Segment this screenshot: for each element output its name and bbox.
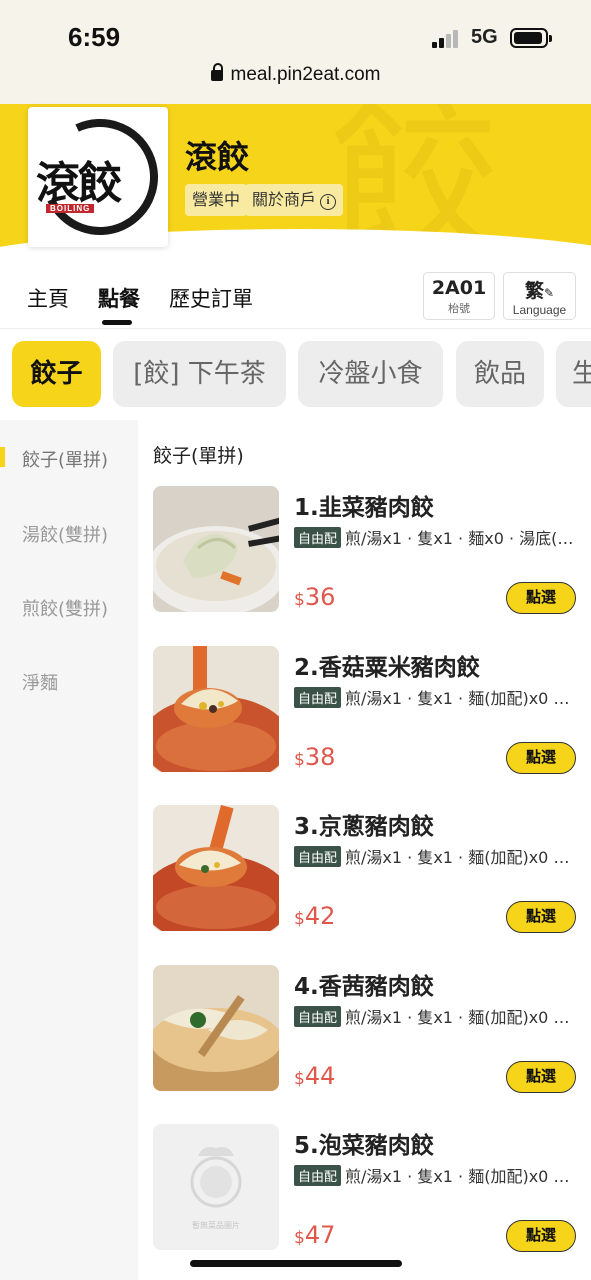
sidebar-item-single-dumplings[interactable]: 餃子(單拼) xyxy=(22,446,108,472)
free-combo-tag: 自由配 xyxy=(294,687,342,708)
sidebar-item-soup-dumplings[interactable]: 湯餃(雙拼) xyxy=(22,521,108,547)
status-bar: 6:59 5G xyxy=(0,0,591,60)
item-description: 自由配 煎/湯x1 · 隻x1 · 麵(加配)x0 · 湯底 xyxy=(294,844,574,868)
about-merchant-label: 關於商戶 xyxy=(252,190,317,209)
category-chip-dumplings[interactable]: 餃子 xyxy=(12,341,101,407)
select-button[interactable]: 點選 xyxy=(506,901,576,933)
select-button[interactable]: 點選 xyxy=(506,582,576,614)
shop-name: 滾餃 xyxy=(185,138,250,176)
subcategory-sidebar: 餃子(單拼) 湯餃(雙拼) 煎餃(雙拼) 淨麵 xyxy=(0,420,138,1280)
home-indicator[interactable] xyxy=(190,1260,402,1267)
info-icon: i xyxy=(320,194,337,210)
menu-item: 4.香茜豬肉餃 自由配 煎/湯x1 · 隻x1 · 麵(加配)x0 · 湯底 $4… xyxy=(153,965,578,1095)
free-combo-tag: 自由配 xyxy=(294,1006,342,1027)
sidebar-active-marker xyxy=(0,447,5,467)
table-number: 2A01 xyxy=(431,277,487,299)
item-price: $38 xyxy=(294,743,336,771)
dish-photo[interactable] xyxy=(153,965,279,1091)
shop-logo: 滾餃 BOILING xyxy=(28,107,168,247)
dish-photo[interactable] xyxy=(153,646,279,772)
select-button[interactable]: 點選 xyxy=(506,1061,576,1093)
menu-item: 3.京蔥豬肉餃 自由配 煎/湯x1 · 隻x1 · 麵(加配)x0 · 湯底 $4… xyxy=(153,805,578,935)
category-bar: 餃子 [餃] 下午茶 冷盤小食 飲品 生 xyxy=(0,329,591,420)
battery-icon xyxy=(510,28,552,48)
language-label: Language xyxy=(512,303,567,317)
category-chip-afternoon-tea[interactable]: [餃] 下午茶 xyxy=(113,341,286,407)
item-price: $36 xyxy=(294,583,336,611)
tab-order[interactable]: 點餐 xyxy=(98,283,140,313)
item-options: 煎/湯x1 · 隻x1 · 麵x0 · 湯底(選擇) xyxy=(345,529,574,548)
menu-item: 1.韭菜豬肉餃 自由配 煎/湯x1 · 隻x1 · 麵x0 · 湯底(選擇) $3… xyxy=(153,486,578,616)
select-button[interactable]: 點選 xyxy=(506,742,576,774)
network-type: 5G xyxy=(471,26,498,48)
menu-item: 2.香菇粟米豬肉餃 自由配 煎/湯x1 · 隻x1 · 麵(加配)x0 · 湯底 … xyxy=(153,646,578,776)
item-name: 5.泡菜豬肉餃 xyxy=(294,1133,434,1159)
item-description: 自由配 煎/湯x1 · 隻x1 · 麵(加配)x0 · 湯底 xyxy=(294,685,574,709)
category-chip-drinks[interactable]: 飲品 xyxy=(456,341,544,407)
lock-icon xyxy=(210,63,223,81)
item-price: $42 xyxy=(294,902,336,930)
item-options: 煎/湯x1 · 隻x1 · 麵(加配)x0 · 湯底 xyxy=(345,689,574,708)
select-button[interactable]: 點選 xyxy=(506,1220,576,1252)
free-combo-tag: 自由配 xyxy=(294,1165,342,1186)
item-name: 4.香茜豬肉餃 xyxy=(294,974,434,1000)
item-name: 2.香菇粟米豬肉餃 xyxy=(294,655,480,681)
menu-item: 暫無菜品圖片 5.泡菜豬肉餃 自由配 煎/湯x1 · 隻x1 · 麵(加配)x0 … xyxy=(153,1124,578,1254)
table-number-label: 枱號 xyxy=(448,302,470,315)
about-merchant-button[interactable]: 關於商戶 i xyxy=(245,184,344,216)
category-chip-partial[interactable]: 生 xyxy=(556,341,591,407)
address-bar[interactable]: meal.pin2eat.com xyxy=(0,60,591,104)
item-price: $47 xyxy=(294,1221,336,1249)
item-options: 煎/湯x1 · 隻x1 · 麵(加配)x0 · 湯底 xyxy=(345,1008,574,1027)
item-options: 煎/湯x1 · 隻x1 · 麵(加配)x0 · 湯底 xyxy=(345,848,574,867)
tab-home[interactable]: 主頁 xyxy=(27,283,69,313)
item-price: $44 xyxy=(294,1062,336,1090)
tab-order-history[interactable]: 歷史訂單 xyxy=(169,283,253,313)
free-combo-tag: 自由配 xyxy=(294,527,342,548)
category-chip-cold-dishes[interactable]: 冷盤小食 xyxy=(298,341,443,407)
dish-photo[interactable] xyxy=(153,805,279,931)
logo-text: 滾餃 xyxy=(36,158,122,209)
signal-icon xyxy=(432,30,462,48)
logo-tag: BOILING xyxy=(46,204,95,213)
item-name: 1.韭菜豬肉餃 xyxy=(294,495,434,521)
sidebar-item-plain-noodles[interactable]: 淨麵 xyxy=(22,669,58,695)
placeholder-image-text: 暫無菜品圖片 xyxy=(192,1220,240,1230)
item-description: 自由配 煎/湯x1 · 隻x1 · 麵(加配)x0 · 湯底 xyxy=(294,1004,574,1028)
item-name: 3.京蔥豬肉餃 xyxy=(294,814,434,840)
table-number-box: 2A01 枱號 xyxy=(423,272,495,320)
free-combo-tag: 自由配 xyxy=(294,846,342,867)
item-options: 煎/湯x1 · 隻x1 · 麵(加配)x0 · 湯底 xyxy=(345,1167,574,1186)
url-text: meal.pin2eat.com xyxy=(230,64,381,85)
language-button[interactable]: 繁✎ Language xyxy=(503,272,576,320)
clock: 6:59 xyxy=(68,22,121,52)
item-description: 自由配 煎/湯x1 · 隻x1 · 麵x0 · 湯底(選擇) xyxy=(294,525,574,549)
item-description: 自由配 煎/湯x1 · 隻x1 · 麵(加配)x0 · 湯底 xyxy=(294,1163,574,1187)
sidebar-item-fried-dumplings[interactable]: 煎餃(雙拼) xyxy=(22,595,108,621)
open-status-badge: 營業中 xyxy=(185,184,248,216)
dish-photo-placeholder[interactable]: 暫無菜品圖片 xyxy=(153,1124,279,1250)
language-current: 繁 xyxy=(524,280,544,302)
active-tab-indicator xyxy=(102,320,132,325)
pencil-icon: ✎ xyxy=(543,286,555,300)
dish-photo[interactable] xyxy=(153,486,279,612)
section-title: 餃子(單拼) xyxy=(153,445,244,467)
